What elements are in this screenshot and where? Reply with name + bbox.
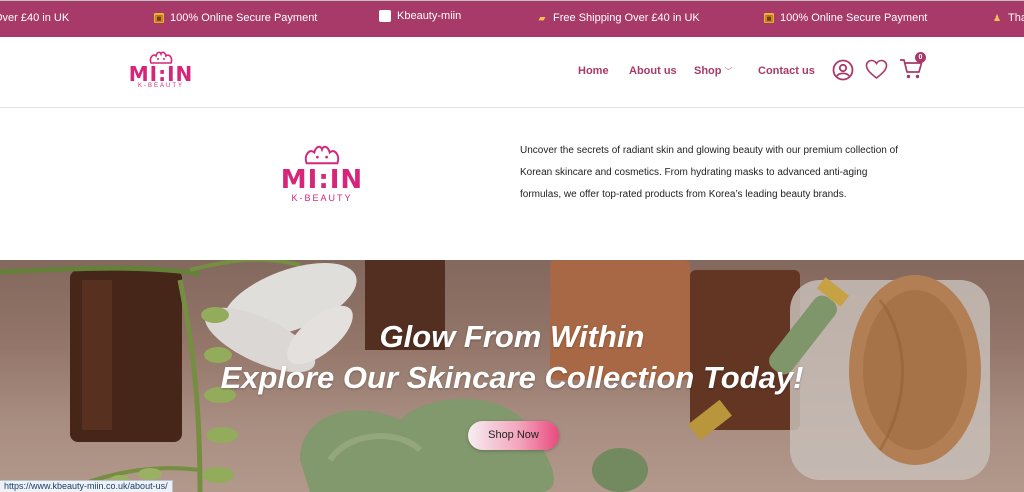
hero-subheadline: Explore Our Skincare Collection Today! <box>220 360 804 395</box>
nav-shop-label: Shop <box>694 65 722 77</box>
announcement-bar: Over £40 in UK ▣ 100% Online Secure Paym… <box>0 0 1024 37</box>
truck-icon: ▰ <box>538 13 546 23</box>
announcement-item: ▣ 100% Online Secure Payment <box>154 12 317 24</box>
wishlist-heart-icon[interactable] <box>865 59 888 80</box>
gift-icon: ▣ <box>764 13 774 23</box>
announcement-text: 100% Online Secure Payment <box>170 12 318 24</box>
hero-headline: Glow From Within <box>379 319 645 354</box>
chevron-down-icon: ﹀ <box>724 66 733 76</box>
account-icon[interactable] <box>832 59 854 81</box>
announcement-text: Kbeauty-miin <box>397 10 462 22</box>
intro-description: Uncover the secrets of radiant skin and … <box>520 145 898 200</box>
announcement-text: Over £40 in UK <box>0 12 70 24</box>
status-bar-url: https://www.kbeauty-miin.co.uk/about-us/ <box>0 480 173 492</box>
gift-icon: ▣ <box>154 13 164 23</box>
site-header: MI:IN K-BEAUTY Home About us Shop ﹀ Cont… <box>0 37 1024 108</box>
announcement-item: Kbeauty-miin <box>379 10 461 22</box>
announcement-text: Free Shipping Over £40 in UK <box>553 12 700 24</box>
announcement-item: ▣ 100% Online Secure Payment <box>764 12 927 24</box>
announcement-text: Tha <box>1008 12 1024 24</box>
logo-brand-text: MI:IN <box>128 62 194 86</box>
shop-now-button[interactable]: Shop Now <box>468 421 559 450</box>
announcement-item: ▰ Free Shipping Over £40 in UK <box>537 12 700 24</box>
cart-count-badge: 0 <box>915 52 926 63</box>
hero-banner: Glow From Within Explore Our Skincare Co… <box>0 260 1024 492</box>
intro-section: MI:IN K-BEAUTY Uncover the secrets of ra… <box>0 108 1024 260</box>
intro-logo: MI:IN K-BEAUTY <box>274 143 370 203</box>
logo-icon <box>379 10 391 22</box>
announcement-item: ♟ Tha <box>992 12 1024 24</box>
logo-brand-text: MI:IN <box>280 165 364 195</box>
nav-contact[interactable]: Contact us <box>758 65 815 77</box>
site-logo[interactable]: MI:IN K-BEAUTY <box>108 50 214 102</box>
logo-sub-text: K-BEAUTY <box>137 83 184 89</box>
nav-shop[interactable]: Shop ﹀ <box>694 65 733 77</box>
person-icon: ♟ <box>992 13 1002 23</box>
announcement-text: 100% Online Secure Payment <box>780 12 928 24</box>
logo-crown-icon <box>304 145 340 165</box>
nav-about[interactable]: About us <box>629 65 677 77</box>
announcement-item: Over £40 in UK <box>0 12 69 24</box>
nav-home[interactable]: Home <box>578 65 609 77</box>
